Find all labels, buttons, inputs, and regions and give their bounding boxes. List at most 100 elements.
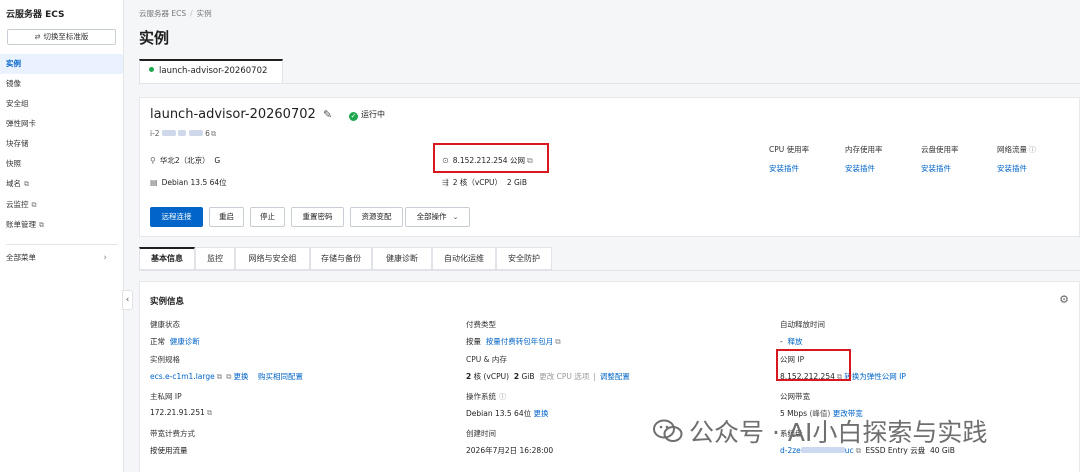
created-value: 2026年7月2日 16:28:00 <box>466 446 554 455</box>
help-icon[interactable]: ⓘ <box>499 393 506 401</box>
help-icon[interactable]: ⓘ <box>1029 146 1036 154</box>
private-ip-value: 172.21.91.251 <box>150 408 205 417</box>
spec-link[interactable]: ecs.e-c1m1.large <box>150 372 215 381</box>
reset-password-button[interactable]: 重置密码 <box>291 207 344 227</box>
resize-button[interactable]: 资源变配 <box>350 207 403 227</box>
field-label: 操作系统 <box>466 392 496 401</box>
os-text: Debian 13.5 64位 <box>161 178 227 187</box>
sidebar-collapse-button[interactable]: ‹ <box>122 290 133 310</box>
sidebar-item-security-groups[interactable]: 安全组 <box>0 94 123 114</box>
gear-icon[interactable]: ⚙ <box>1059 293 1069 306</box>
change-spec-link[interactable]: 更换 <box>233 372 248 381</box>
tab-storage-backup[interactable]: 存储与备份 <box>310 247 372 270</box>
tab-security-protection[interactable]: 安全防护 <box>496 247 552 270</box>
section-title: 实例信息 <box>150 297 185 307</box>
region-row: ⚲ 华北2（北京） G <box>150 155 220 166</box>
tab-network-security[interactable]: 网络与安全组 <box>235 247 310 270</box>
change-os-link[interactable]: 更换 <box>534 409 549 418</box>
region-text: 华北2（北京） <box>159 156 210 165</box>
redacted-text <box>188 130 203 136</box>
field-spec: 实例规格 ecs.e-c1m1.large ⧉ ⧉ 更换 购买相同配置 <box>150 354 303 382</box>
sidebar-item-eni[interactable]: 弹性网卡 <box>0 114 123 134</box>
external-link-icon: ⧉ <box>39 221 44 229</box>
bw-billing-value: 按使用流量 <box>150 446 188 455</box>
field-label: 付费类型 <box>466 320 496 329</box>
chevron-down-icon: ⌄ <box>452 213 459 221</box>
health-diagnosis-link[interactable]: 健康诊断 <box>170 337 200 346</box>
cpu-unit: 核 (vCPU) <box>473 372 510 381</box>
external-link-icon: ⧉ <box>24 180 29 188</box>
metric-network: 网络流量 ⓘ 安装插件 <box>997 144 1036 174</box>
sidebar-item-billing[interactable]: 账单管理 ⧉ <box>0 215 123 235</box>
location-icon: ⚲ <box>150 156 156 165</box>
swap-icon: ⇄ <box>34 33 41 41</box>
instance-id-prefix: i-2 <box>150 129 160 138</box>
external-link-icon: ⧉ <box>216 372 223 381</box>
field-label: 健康状态 <box>150 320 180 329</box>
field-label: 实例规格 <box>150 355 180 364</box>
os-icon: ▤ <box>150 178 158 187</box>
install-plugin-link[interactable]: 安装插件 <box>997 163 1036 174</box>
field-label: 主私网 IP <box>150 392 182 401</box>
convert-eip-link[interactable]: 转换为弹性公网 IP <box>844 372 906 381</box>
metric-memory: 内存使用率 安装插件 <box>845 144 883 174</box>
breadcrumb: 云服务器 ECS / 实例 <box>139 8 212 19</box>
sidebar-item-images[interactable]: 镜像 <box>0 74 123 94</box>
sidebar-item-label: 云监控 <box>6 200 29 209</box>
tab-divider <box>139 83 1080 84</box>
instance-id: i-2 6⧉ <box>150 129 216 139</box>
install-plugin-link[interactable]: 安装插件 <box>769 163 809 174</box>
field-created: 创建时间 2026年7月2日 16:28:00 <box>466 428 553 456</box>
tab-monitoring[interactable]: 监控 <box>195 247 235 270</box>
sidebar-item-snapshots[interactable]: 快照 <box>0 154 123 174</box>
sidebar-item-label: 全部菜单 <box>6 253 36 262</box>
restart-button[interactable]: 重启 <box>209 207 244 227</box>
chevron-left-icon: ‹ <box>125 295 130 305</box>
all-operations-button[interactable]: 全部操作 ⌄ <box>405 207 470 227</box>
redacted-text <box>178 130 187 136</box>
tab-health-diagnosis[interactable]: 健康诊断 <box>372 247 432 270</box>
sidebar-item-domains[interactable]: 域名 ⧉ <box>0 174 123 194</box>
instance-name: launch-advisor-20260702 <box>150 107 316 122</box>
install-plugin-link[interactable]: 安装插件 <box>921 163 959 174</box>
sidebar-item-block-storage[interactable]: 块存储 <box>0 134 123 154</box>
sidebar-item-label: 弹性网卡 <box>6 119 36 128</box>
field-health: 健康状态 正常 健康诊断 <box>150 319 200 347</box>
convert-subscription-link[interactable]: 按量付费转包年包月 <box>486 337 554 346</box>
copy-icon[interactable]: ⧉ <box>211 129 216 138</box>
mem-unit: GiB <box>521 372 535 381</box>
switch-standard-button[interactable]: ⇄ 切换至标准版 <box>7 29 116 45</box>
tab-divider <box>139 270 1080 271</box>
highlight-box <box>776 349 851 381</box>
metric-label: 内存使用率 <box>845 145 883 154</box>
watermark-text: 公众号 · AI小白探索与实践 <box>689 418 988 447</box>
field-label: 自动释放时间 <box>780 320 825 329</box>
breadcrumb-current: 实例 <box>196 9 212 18</box>
edit-icon[interactable]: ✎ <box>323 108 332 121</box>
stop-button[interactable]: 停止 <box>250 207 285 227</box>
sidebar-item-all-menu[interactable]: 全部菜单 › <box>0 248 123 268</box>
buy-same-config-link[interactable]: 购买相同配置 <box>258 372 303 381</box>
field-label: CPU & 内存 <box>466 355 507 364</box>
tab-basic-info[interactable]: 基本信息 <box>139 247 195 270</box>
release-link[interactable]: 释放 <box>788 337 803 346</box>
field-private-ip: 主私网 IP 172.21.91.251 ⧉ <box>150 391 214 418</box>
adjust-config-link[interactable]: 调整配置 <box>600 372 630 381</box>
switch-label: 切换至标准版 <box>43 32 89 41</box>
field-label: 公网带宽 <box>780 392 810 401</box>
install-plugin-link[interactable]: 安装插件 <box>845 163 883 174</box>
copy-icon[interactable]: ⧉ <box>226 372 231 381</box>
redacted-text <box>161 130 176 136</box>
copy-icon[interactable]: ⧉ <box>207 408 212 417</box>
instance-tab[interactable]: launch-advisor-20260702 <box>139 59 283 83</box>
status-badge: ✓ 运行中 <box>349 109 385 121</box>
breadcrumb-root[interactable]: 云服务器 ECS <box>139 9 186 18</box>
remote-connect-button[interactable]: 远程连接 <box>150 207 203 227</box>
health-value: 正常 <box>150 337 165 346</box>
sidebar-item-cloud-monitor[interactable]: 云监控 ⧉ <box>0 195 123 215</box>
sidebar-item-instances[interactable]: 实例 <box>0 54 123 74</box>
breadcrumb-separator: / <box>190 9 193 18</box>
tab-automation[interactable]: 自动化运维 <box>432 247 496 270</box>
sidebar-divider <box>6 244 118 245</box>
change-cpu-options-disabled: 更改 CPU 选项 <box>539 372 590 381</box>
